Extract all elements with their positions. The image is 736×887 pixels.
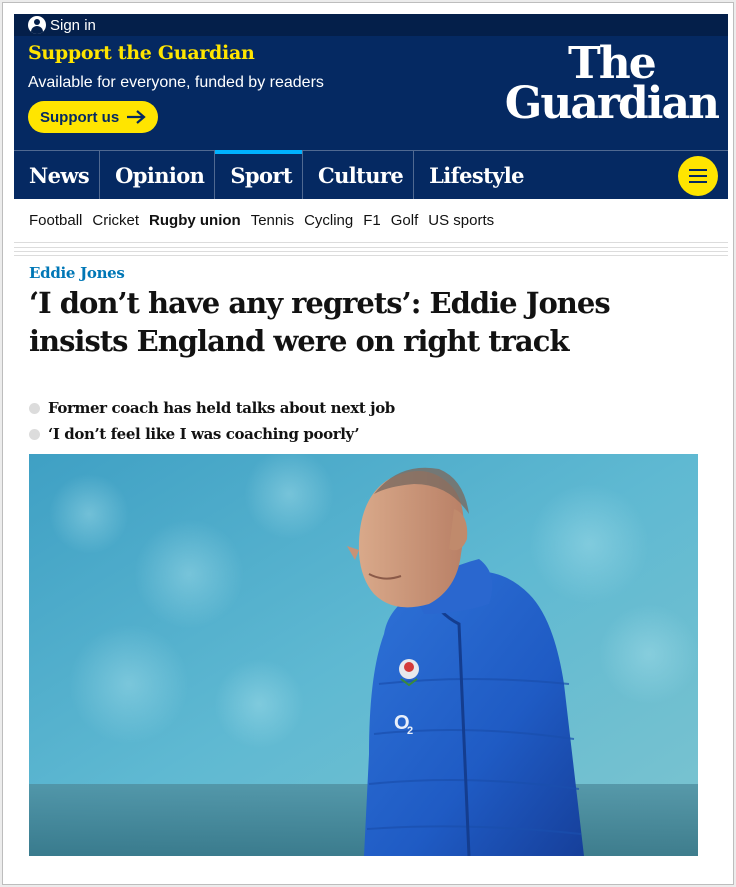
arrow-right-icon (127, 110, 146, 124)
subnav-item-golf[interactable]: Golf (391, 212, 419, 229)
support-us-button[interactable]: Support us (28, 101, 158, 133)
article-kicker[interactable]: Eddie Jones (29, 264, 125, 282)
standfirst-list: Former coach has held talks about next j… (29, 395, 709, 447)
subnav-item-f1[interactable]: F1 (363, 212, 381, 229)
masthead: Sign in Support the Guardian Available f… (14, 14, 728, 199)
nav-item-news[interactable]: News (14, 151, 99, 199)
guardian-logo[interactable]: The Guardian (504, 41, 720, 130)
top-bar: Sign in (14, 14, 728, 36)
nav-item-lifestyle[interactable]: Lifestyle (413, 151, 534, 199)
subnav-item-rugby-union[interactable]: Rugby union (149, 212, 241, 229)
divider (14, 247, 728, 248)
standfirst-item: ‘I don’t feel like I was coaching poorly… (29, 421, 709, 447)
sign-in-label: Sign in (50, 16, 96, 34)
subnav-item-tennis[interactable]: Tennis (251, 212, 294, 229)
nav-item-culture[interactable]: Culture (301, 151, 413, 199)
primary-nav: News Opinion Sport Culture Lifestyle (14, 150, 534, 199)
support-us-label: Support us (40, 108, 120, 126)
article-headline: ‘I don’t have any regrets’: Eddie Jones … (29, 286, 611, 358)
subnav-item-football[interactable]: Football (29, 212, 82, 229)
bullet-icon (29, 402, 40, 414)
logo-line-2: Guardian (504, 78, 720, 130)
user-icon (28, 16, 46, 34)
standfirst-item: Former coach has held talks about next j… (29, 395, 709, 421)
article-main-image: O 2 (29, 454, 698, 856)
svg-text:2: 2 (407, 725, 413, 737)
menu-button[interactable] (678, 156, 718, 196)
subnav-item-cycling[interactable]: Cycling (304, 212, 353, 229)
menu-icon (689, 169, 707, 171)
subnav-item-cricket[interactable]: Cricket (92, 212, 139, 229)
browser-frame: Sign in Support the Guardian Available f… (2, 2, 734, 885)
standfirst-text: ‘I don’t feel like I was coaching poorly… (48, 425, 360, 443)
divider (14, 251, 728, 252)
bullet-icon (29, 428, 40, 440)
nav-item-opinion[interactable]: Opinion (99, 151, 214, 199)
support-subtitle: Available for everyone, funded by reader… (28, 74, 324, 91)
nav-item-sport[interactable]: Sport (214, 150, 302, 199)
page: Sign in Support the Guardian Available f… (14, 14, 728, 879)
standfirst-text: Former coach has held talks about next j… (48, 399, 395, 417)
subnav-item-us-sports[interactable]: US sports (428, 212, 494, 229)
coach-photo: O 2 (29, 454, 698, 856)
sport-subnav: Football Cricket Rugby union Tennis Cycl… (14, 199, 728, 243)
divider (14, 255, 728, 256)
sign-in-link[interactable]: Sign in (28, 14, 96, 36)
support-title: Support the Guardian (28, 42, 255, 64)
